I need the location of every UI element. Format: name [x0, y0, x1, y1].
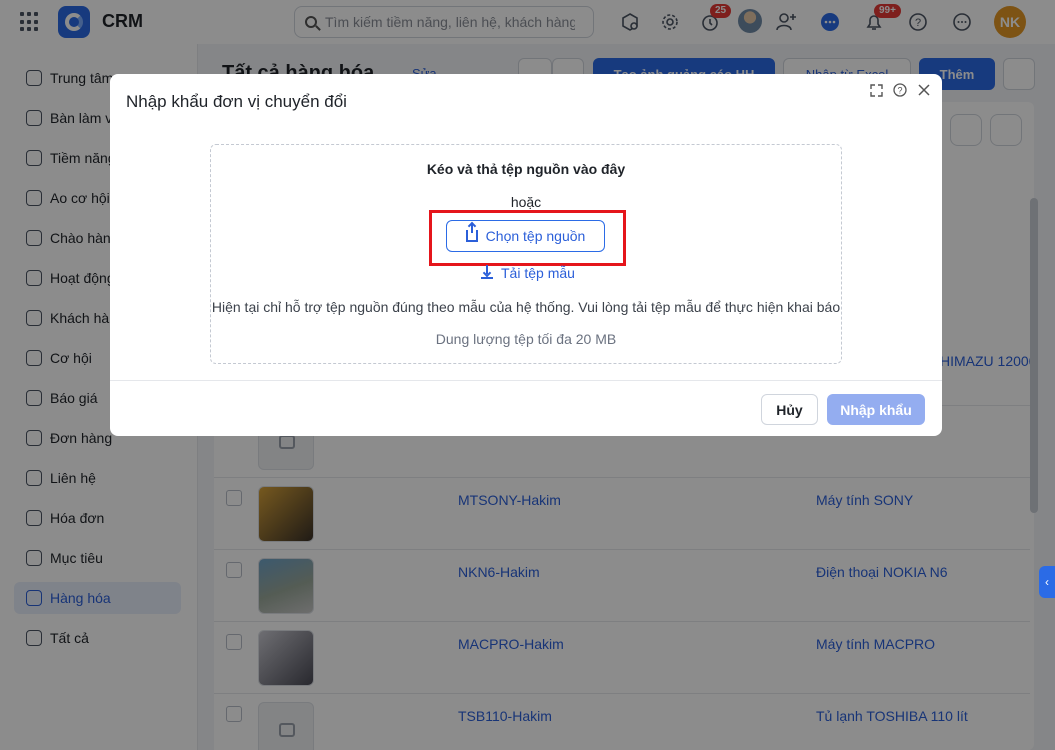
close-icon[interactable] — [916, 82, 932, 98]
download-icon — [481, 265, 493, 279]
cancel-button[interactable]: Hủy — [761, 394, 818, 425]
dialog-title: Nhập khẩu đơn vị chuyển đổi — [126, 92, 347, 111]
download-sample-label: Tải tệp mẫu — [501, 265, 575, 281]
download-sample-link[interactable]: Tải tệp mẫu — [481, 265, 575, 281]
or-label: hoặc — [510, 194, 542, 210]
svg-text:?: ? — [897, 86, 902, 96]
import-button[interactable]: Nhập khẩu — [827, 394, 925, 425]
collapse-panel-tab[interactable]: ‹ — [1039, 566, 1055, 598]
dialog-divider — [110, 380, 942, 381]
expand-icon[interactable] — [868, 82, 884, 98]
choose-file-button[interactable]: Chọn tệp nguồn — [446, 220, 605, 252]
help-icon[interactable]: ? — [892, 82, 908, 98]
file-dropzone[interactable]: Kéo và thả tệp nguồn vào đây hoặc Chọn t… — [210, 144, 842, 364]
choose-file-label: Chọn tệp nguồn — [485, 228, 586, 244]
dropzone-title: Kéo và thả tệp nguồn vào đây — [426, 161, 626, 177]
file-size-limit: Dung lượng tệp tối đa 20 MB — [435, 331, 617, 347]
import-dialog: Nhập khẩu đơn vị chuyển đổi ? Kéo và thả… — [110, 74, 942, 436]
support-note: Hiện tại chỉ hỗ trợ tệp nguồn đúng theo … — [211, 299, 841, 315]
upload-icon — [465, 224, 478, 242]
